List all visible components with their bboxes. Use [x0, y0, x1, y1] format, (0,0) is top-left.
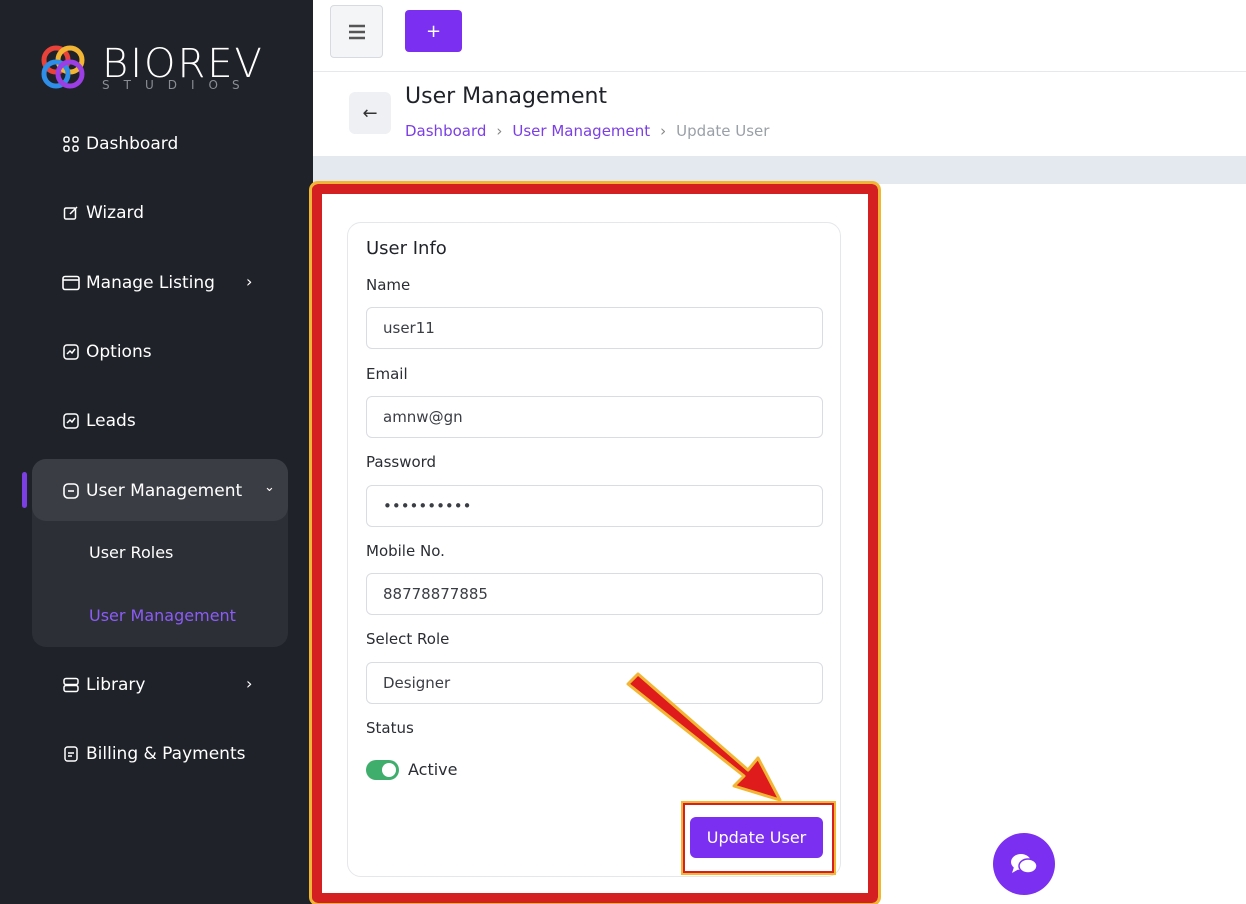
add-button[interactable]: +: [405, 10, 462, 52]
update-user-button[interactable]: Update User: [690, 817, 823, 858]
sidebar-item-label: User Management: [86, 481, 243, 501]
hamburger-icon: [348, 24, 365, 39]
breadcrumb-item[interactable]: Dashboard: [405, 122, 486, 140]
sidebar-item-options[interactable]: Options: [62, 337, 152, 367]
sidebar-item-user-management[interactable]: User Management: [62, 476, 242, 506]
toggle-knob: [382, 763, 396, 777]
mobile-input[interactable]: 88778877885: [366, 573, 823, 615]
back-button[interactable]: ←: [349, 92, 391, 134]
chat-bubbles-icon: [1011, 854, 1038, 874]
sidebar-item-dashboard[interactable]: Dashboard: [62, 129, 178, 159]
menu-toggle-button[interactable]: [330, 5, 383, 58]
sidebar-item-label: Manage Listing: [86, 273, 215, 293]
password-input[interactable]: ••••••••••: [366, 485, 823, 527]
email-input[interactable]: amnw@gn: [366, 396, 823, 438]
status-value: Active: [408, 760, 458, 779]
sidebar-item-label: Leads: [86, 411, 136, 431]
chevron-right-icon: ›: [660, 122, 667, 140]
chevron-right-icon: ›: [246, 674, 253, 693]
card-title: User Info: [366, 238, 447, 259]
name-label: Name: [366, 276, 411, 294]
grid-icon: [62, 135, 80, 153]
active-indicator: [22, 472, 27, 508]
annotation-arrow-icon: [626, 672, 782, 802]
chart-icon: [62, 412, 80, 430]
sidebar-item-manage-listing[interactable]: Manage Listing: [62, 268, 215, 298]
server-icon: [62, 676, 80, 694]
mobile-label: Mobile No.: [366, 542, 445, 560]
password-label: Password: [366, 453, 437, 471]
chart-icon: [62, 343, 80, 361]
status-label: Status: [366, 719, 414, 737]
arrow-left-icon: ←: [362, 102, 378, 124]
logo[interactable]: BIOREV STUDIOS: [38, 40, 278, 100]
edit-icon: [62, 204, 80, 222]
email-label: Email: [366, 365, 408, 383]
status-toggle[interactable]: [366, 760, 399, 780]
user-box-icon: [62, 482, 80, 500]
sidebar-item-wizard[interactable]: Wizard: [62, 198, 144, 228]
folder-icon: [62, 274, 80, 292]
sidebar-item-billing[interactable]: Billing & Payments: [62, 739, 245, 769]
chevron-right-icon: ›: [496, 122, 503, 140]
page-title: User Management: [405, 84, 608, 109]
logo-mark-icon: [41, 45, 85, 89]
sidebar-item-label: Library: [86, 675, 146, 695]
sidebar: BIOREV STUDIOS Dashboard Wizard Manage L…: [0, 0, 313, 904]
topbar: +: [313, 0, 1246, 72]
sidebar-subitem-user-roles[interactable]: User Roles: [89, 543, 173, 562]
chevron-down-icon: ⌄: [264, 480, 275, 495]
sidebar-item-leads[interactable]: Leads: [62, 406, 136, 436]
role-label: Select Role: [366, 630, 450, 648]
sidebar-item-label: Billing & Payments: [86, 744, 246, 764]
chat-button[interactable]: [993, 833, 1055, 895]
chevron-right-icon: ›: [246, 272, 253, 291]
breadcrumb-item[interactable]: User Management: [512, 122, 650, 140]
logo-subtext: STUDIOS: [102, 78, 254, 92]
sidebar-item-library[interactable]: Library: [62, 670, 145, 700]
receipt-icon: [62, 745, 80, 763]
content-divider: [313, 156, 1246, 184]
sidebar-item-label: Options: [86, 342, 152, 362]
breadcrumb: Dashboard › User Management › Update Use…: [405, 122, 769, 140]
name-input[interactable]: user11: [366, 307, 823, 349]
sidebar-item-label: Wizard: [86, 203, 144, 223]
sidebar-item-label: Dashboard: [86, 134, 179, 154]
breadcrumb-current: Update User: [676, 122, 770, 140]
sidebar-subitem-user-management[interactable]: User Management: [89, 606, 236, 625]
